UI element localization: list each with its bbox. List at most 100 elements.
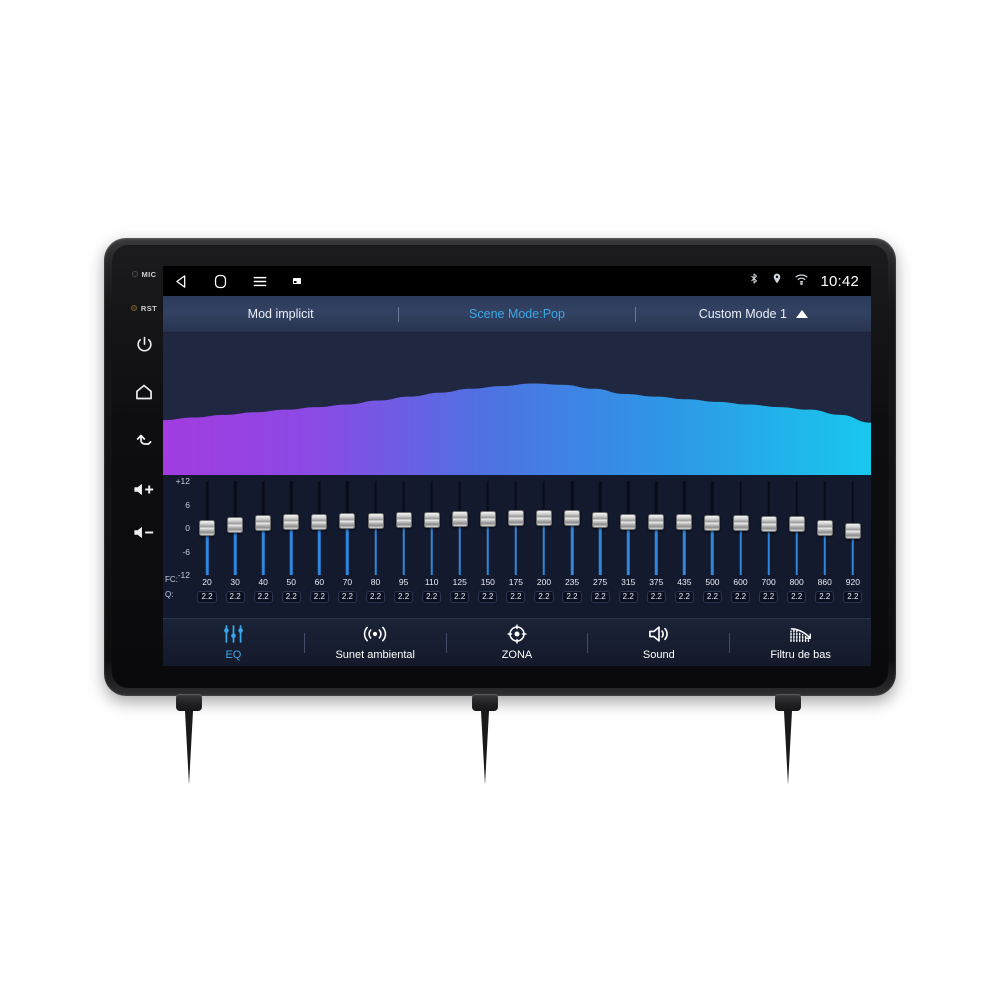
eq-band-slider[interactable] bbox=[586, 479, 614, 575]
caret-up-icon[interactable] bbox=[795, 310, 808, 318]
eq-band-slider[interactable] bbox=[474, 479, 502, 575]
slider-knob[interactable] bbox=[592, 511, 609, 528]
slider-knob[interactable] bbox=[620, 513, 637, 530]
eq-band-slider[interactable] bbox=[811, 479, 839, 575]
eq-band-slider[interactable] bbox=[839, 479, 867, 575]
eq-band-slider[interactable] bbox=[333, 479, 361, 575]
slider-knob[interactable] bbox=[788, 516, 805, 533]
band-q-value[interactable]: 2.2 bbox=[337, 590, 357, 603]
eq-band-slider[interactable] bbox=[277, 479, 305, 575]
eq-band-slider[interactable] bbox=[221, 479, 249, 575]
band-frequency-label: 40 bbox=[258, 577, 268, 587]
volume-down-button[interactable] bbox=[132, 524, 156, 541]
band-q-value[interactable]: 2.2 bbox=[815, 590, 835, 603]
slider-knob[interactable] bbox=[311, 513, 328, 530]
slider-knob[interactable] bbox=[395, 512, 412, 529]
slider-knob[interactable] bbox=[339, 512, 356, 529]
band-q-value[interactable]: 2.2 bbox=[281, 590, 301, 603]
eq-band-slider[interactable] bbox=[305, 479, 333, 575]
eq-band-slider[interactable] bbox=[670, 479, 698, 575]
band-q-value[interactable]: 2.2 bbox=[590, 590, 610, 603]
eq-band-slider[interactable] bbox=[755, 479, 783, 575]
tab-sound[interactable]: Sound bbox=[588, 624, 729, 661]
slider-knob[interactable] bbox=[199, 520, 216, 536]
eq-band-slider[interactable] bbox=[642, 479, 670, 575]
slider-knob[interactable] bbox=[535, 509, 552, 526]
mode-custom-label: Custom Mode 1 bbox=[698, 307, 787, 321]
mode-default[interactable]: Mod implicit bbox=[163, 307, 398, 321]
band-q-value[interactable]: 2.2 bbox=[506, 590, 526, 603]
slider-knob[interactable] bbox=[255, 515, 272, 532]
band-q-value[interactable]: 2.2 bbox=[534, 590, 554, 603]
power-button[interactable] bbox=[135, 335, 154, 354]
band-q-value[interactable]: 2.2 bbox=[787, 590, 807, 603]
band-q-value[interactable]: 2.2 bbox=[450, 590, 470, 603]
band-q-value[interactable]: 2.2 bbox=[253, 590, 273, 603]
slider-knob[interactable] bbox=[479, 510, 496, 527]
back-button[interactable] bbox=[134, 430, 155, 451]
eq-band-slider[interactable] bbox=[698, 479, 726, 575]
eq-curve-svg bbox=[163, 333, 871, 475]
slider-knob[interactable] bbox=[564, 510, 581, 527]
band-q-value[interactable]: 2.2 bbox=[365, 590, 386, 603]
slider-knob[interactable] bbox=[423, 511, 440, 528]
tab-zona[interactable]: ZONA bbox=[447, 624, 588, 661]
slider-knob[interactable] bbox=[704, 514, 721, 531]
rst-indicator[interactable]: RST bbox=[130, 299, 157, 317]
slider-knob[interactable] bbox=[816, 520, 833, 536]
band-q-value[interactable]: 2.2 bbox=[702, 590, 722, 603]
eq-band-slider[interactable] bbox=[726, 479, 754, 575]
band-q-value[interactable]: 2.2 bbox=[562, 590, 582, 603]
band-q-value[interactable]: 2.2 bbox=[478, 590, 498, 603]
slider-knob[interactable] bbox=[507, 510, 524, 527]
tab-sunet-ambiental[interactable]: Sunet ambiental bbox=[305, 624, 446, 661]
eq-band-slider[interactable] bbox=[530, 479, 558, 575]
eq-band-slider[interactable] bbox=[446, 479, 474, 575]
eq-band-slider[interactable] bbox=[558, 479, 586, 575]
nav-menu-button[interactable] bbox=[251, 273, 269, 290]
home-button[interactable] bbox=[134, 382, 154, 402]
band-q-value[interactable]: 2.2 bbox=[674, 590, 694, 603]
tab-sound-label: Sound bbox=[642, 649, 675, 661]
band-q-value[interactable]: 2.2 bbox=[730, 590, 751, 603]
slider-knob[interactable] bbox=[732, 515, 749, 532]
eq-band-slider[interactable] bbox=[418, 479, 446, 575]
slider-knob[interactable] bbox=[760, 516, 777, 533]
slider-knob[interactable] bbox=[283, 513, 300, 530]
nav-home-button[interactable] bbox=[212, 273, 229, 290]
band-q-value[interactable]: 2.2 bbox=[759, 590, 779, 603]
rst-led-dot[interactable] bbox=[130, 305, 137, 311]
eq-band-slider[interactable] bbox=[614, 479, 642, 575]
tab-eq[interactable]: EQ bbox=[163, 624, 304, 661]
volume-up-button[interactable] bbox=[132, 481, 156, 498]
band-q-value[interactable]: 2.2 bbox=[646, 590, 666, 603]
tab-filtru-de-bas[interactable]: Filtru de bas bbox=[730, 624, 871, 661]
slider-knob[interactable] bbox=[648, 513, 665, 530]
eq-band-slider[interactable] bbox=[783, 479, 811, 575]
slider-fill bbox=[570, 518, 574, 575]
slider-knob[interactable] bbox=[227, 516, 244, 533]
band-q-value[interactable]: 2.2 bbox=[309, 590, 329, 603]
band-frequency-label: 500 bbox=[705, 577, 720, 587]
slider-knob[interactable] bbox=[844, 522, 861, 539]
nav-screenshot-button[interactable] bbox=[291, 275, 303, 287]
slider-knob[interactable] bbox=[451, 510, 468, 527]
band-q-value[interactable]: 2.2 bbox=[225, 590, 245, 603]
eq-band-slider[interactable] bbox=[502, 479, 530, 575]
band-q-value[interactable]: 2.2 bbox=[197, 590, 217, 603]
slider-knob[interactable] bbox=[676, 514, 693, 531]
mode-custom[interactable]: Custom Mode 1 bbox=[636, 307, 871, 321]
eq-band-slider[interactable] bbox=[361, 479, 389, 575]
mode-scene[interactable]: Scene Mode:Pop bbox=[399, 307, 634, 321]
slider-knob[interactable] bbox=[367, 512, 384, 529]
touchscreen-display[interactable]: 10:42 Mod implicit Scene Mode:Pop Custom… bbox=[163, 266, 871, 666]
band-q-value[interactable]: 2.2 bbox=[618, 590, 638, 603]
eq-band-slider[interactable] bbox=[390, 479, 418, 575]
slider-fill bbox=[346, 520, 349, 575]
band-q-value[interactable]: 2.2 bbox=[422, 590, 442, 603]
nav-back-button[interactable] bbox=[173, 273, 190, 290]
band-q-value[interactable]: 2.2 bbox=[394, 590, 414, 603]
band-q-value[interactable]: 2.2 bbox=[843, 590, 863, 603]
eq-band-slider[interactable] bbox=[193, 479, 221, 575]
eq-band-slider[interactable] bbox=[249, 479, 277, 575]
